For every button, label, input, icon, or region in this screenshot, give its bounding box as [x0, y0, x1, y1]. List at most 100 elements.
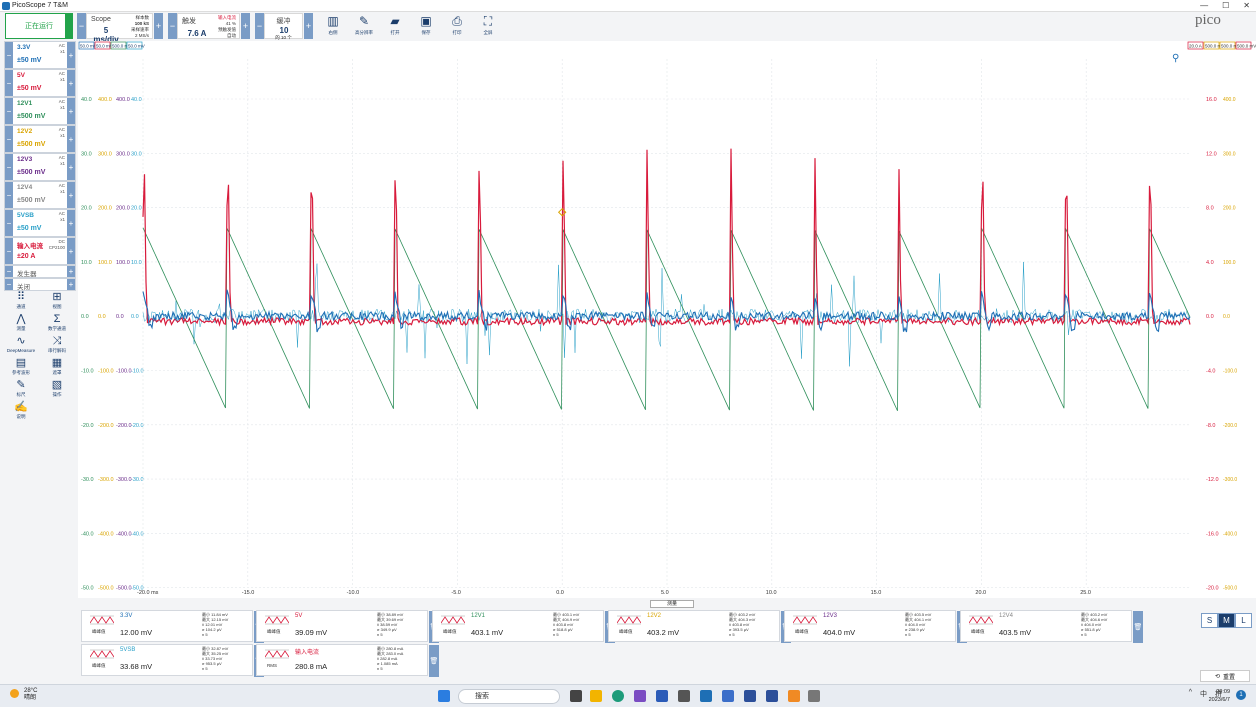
channel-6[interactable]: − 5VSB ±50 mV AC x1 +	[4, 209, 76, 237]
trigger-decrease-button[interactable]: −	[168, 13, 177, 39]
reference-tool[interactable]: ▤ 参考波形	[6, 356, 36, 378]
action-tool[interactable]: ▧ 操作	[42, 378, 72, 400]
scope-view[interactable]: 40.0 400.0 400.0 40.0 16.0 400.030.0 300.0 300.…	[78, 41, 1256, 598]
close-button[interactable]: ✕	[1243, 0, 1250, 12]
delete-measurement-button[interactable]: 🗑	[1133, 611, 1143, 643]
app-icon-5[interactable]	[808, 690, 820, 702]
aux-increase[interactable]: +	[67, 266, 75, 277]
aux-decrease[interactable]: −	[5, 266, 13, 277]
channel-range-decrease[interactable]: −	[5, 210, 13, 236]
reset-button[interactable]: ⟲ 重置	[1200, 670, 1250, 682]
channel-range-increase[interactable]: +	[67, 210, 75, 236]
zoom-icon[interactable]: ⚲	[1172, 53, 1179, 64]
channel-3[interactable]: − 12V2 ±500 mV AC x1 +	[4, 125, 76, 153]
maximize-button[interactable]: ☐	[1222, 0, 1229, 12]
capture-control[interactable]: 缓冲 10 的 10 个	[264, 13, 303, 40]
mask-tool[interactable]: ▦ 遮罩	[42, 356, 72, 378]
ruler-tool[interactable]: ✎ 标尺	[6, 378, 36, 400]
timebase-increase-button[interactable]: +	[154, 13, 163, 39]
scale-box-right[interactable]: 20.0 A	[1187, 41, 1204, 50]
notes-tool[interactable]: ✍ 说明	[6, 400, 36, 422]
print-button[interactable]: ⎙ 打印	[442, 12, 472, 40]
measurement-card[interactable]: 峰峰值 12V3 404.0 mV 最小 403.5 mV 最大 404.1 mV…	[784, 610, 967, 643]
channel-0[interactable]: − 3.3V ±50 mV AC x1 +	[4, 41, 76, 69]
weather-widget[interactable]: 28°C 晴朗	[10, 688, 37, 702]
minimize-button[interactable]: —	[1200, 0, 1208, 12]
size-button-m[interactable]: M	[1218, 613, 1235, 628]
scale-box-left[interactable]: 50.0 mV	[78, 41, 97, 50]
channel-7[interactable]: − 输入电流 ±20 A DC CP2100 +	[4, 237, 76, 265]
picoscope-task-icon[interactable]	[700, 690, 712, 702]
channel-5[interactable]: − 12V4 ±500 mV AC x1 +	[4, 181, 76, 209]
channel-range-decrease[interactable]: −	[5, 238, 13, 264]
channel-range-increase[interactable]: +	[67, 154, 75, 180]
measurement-card[interactable]: 峰峰值 12V1 403.1 mV 最小 403.1 mV 最大 404.9 mV…	[432, 610, 615, 643]
measurements-tab[interactable]: 测量	[650, 600, 694, 608]
channel-range-increase[interactable]: +	[67, 70, 75, 96]
channel-range-decrease[interactable]: −	[5, 126, 13, 152]
channel-range-decrease[interactable]: −	[5, 70, 13, 96]
size-button-l[interactable]: L	[1235, 613, 1252, 628]
channel-range-increase[interactable]: +	[67, 126, 75, 152]
measurement-card[interactable]: 峰峰值 3.3V 12.00 mV 最小 11.84 mV 最大 12.15 mV…	[81, 610, 264, 643]
deepmeasure-tool[interactable]: ∿ DeepMeasure	[6, 334, 36, 356]
run-stop-button[interactable]: 正在运行	[5, 13, 73, 39]
aux-increase[interactable]: +	[67, 279, 75, 290]
scale-box-left[interactable]: 50.0 mV	[94, 41, 113, 50]
app-icon-1[interactable]	[722, 690, 734, 702]
channel-2[interactable]: − 12V1 ±500 mV AC x1 +	[4, 97, 76, 125]
measurement-card[interactable]: 峰峰值 12V4 403.5 mV 最小 403.2 mV 最大 404.6 mV…	[960, 610, 1143, 643]
scale-box-left[interactable]: 50.0 mV	[126, 41, 145, 50]
channel-1[interactable]: − 5V ±50 mV AC x1 +	[4, 69, 76, 97]
camera-icon[interactable]	[678, 690, 690, 702]
fullscreen-button[interactable]: ⛶ 全屏	[473, 12, 503, 40]
trigger-increase-button[interactable]: +	[241, 13, 250, 39]
edge-icon[interactable]	[612, 690, 624, 702]
clock[interactable]: 20:09 2023/6/7	[1209, 688, 1230, 704]
measurement-card[interactable]: 峰峰值 5V 39.09 mV 最小 38.89 mV 最大 39.69 mV x̄…	[256, 610, 439, 643]
measurement-card[interactable]: 峰峰值 12V2 403.2 mV 最小 403.2 mV 最大 404.3 mV…	[608, 610, 791, 643]
timebase-control[interactable]: Scope 5 ms/div 样本数 100 kS 采样速率 2 MS/s	[86, 13, 153, 44]
channel-range-increase[interactable]: +	[67, 42, 75, 68]
channel-range-decrease[interactable]: −	[5, 42, 13, 68]
app-icon-4[interactable]	[788, 690, 800, 702]
word-icon[interactable]	[656, 690, 668, 702]
channel-range-decrease[interactable]: −	[5, 98, 13, 124]
app-icon-2[interactable]	[744, 690, 756, 702]
math-tool[interactable]: Σ 数学通道	[42, 312, 72, 334]
explorer-icon[interactable]	[590, 690, 602, 702]
channels-grid-tool[interactable]: ⠿ 通道	[6, 290, 36, 312]
channels-button[interactable]: ▥ 右侧	[318, 12, 348, 40]
size-button-s[interactable]: S	[1201, 613, 1218, 628]
taskview-icon[interactable]	[570, 690, 582, 702]
trigger-control[interactable]: 触发 7.6 A 输入电流 41 % 预触发值 自动	[177, 13, 240, 39]
probe-button[interactable]: ✎ 高分辨率	[349, 12, 379, 40]
channel-range-decrease[interactable]: −	[5, 182, 13, 208]
serial-decode-tool[interactable]: ⤨ 串行解码	[42, 334, 72, 356]
aux-channel-0[interactable]: − 发生器 +	[4, 265, 76, 278]
channel-range-increase[interactable]: +	[67, 182, 75, 208]
save-button[interactable]: ▣ 保存	[411, 12, 441, 40]
timebase-decrease-button[interactable]: −	[77, 13, 86, 39]
taskbar-search[interactable]: 搜索	[458, 689, 560, 704]
measure-tool[interactable]: ⋀ 测量	[6, 312, 36, 334]
channel-range-increase[interactable]: +	[67, 238, 75, 264]
measurement-card[interactable]: RMS 输入电流 280.8 mA 最小 280.8 mA 最大 283.0 mA…	[256, 644, 439, 677]
notification-icon[interactable]: 1	[1236, 690, 1246, 700]
channel-range-increase[interactable]: +	[67, 98, 75, 124]
channel-4[interactable]: − 12V3 ±500 mV AC x1 +	[4, 153, 76, 181]
tray-item[interactable]: 中	[1200, 689, 1207, 699]
open-button[interactable]: ▰ 打开	[380, 12, 410, 40]
aux-decrease[interactable]: −	[5, 279, 13, 290]
start-icon[interactable]	[438, 690, 450, 702]
measurement-card[interactable]: 峰峰值 5VSB 33.68 mV 最小 32.87 mV 最大 35.25 mV…	[81, 644, 264, 677]
scale-box-right[interactable]: 500.0 mV	[1235, 41, 1256, 50]
vs-icon[interactable]	[634, 690, 646, 702]
app-icon-3[interactable]	[766, 690, 778, 702]
channel-range-decrease[interactable]: −	[5, 154, 13, 180]
capture-increase-button[interactable]: +	[304, 13, 313, 39]
view-tool[interactable]: ⊞ 视图	[42, 290, 72, 312]
tray-item[interactable]: ^	[1189, 689, 1192, 699]
delete-measurement-button[interactable]: 🗑	[429, 645, 439, 677]
capture-decrease-button[interactable]: −	[255, 13, 264, 39]
